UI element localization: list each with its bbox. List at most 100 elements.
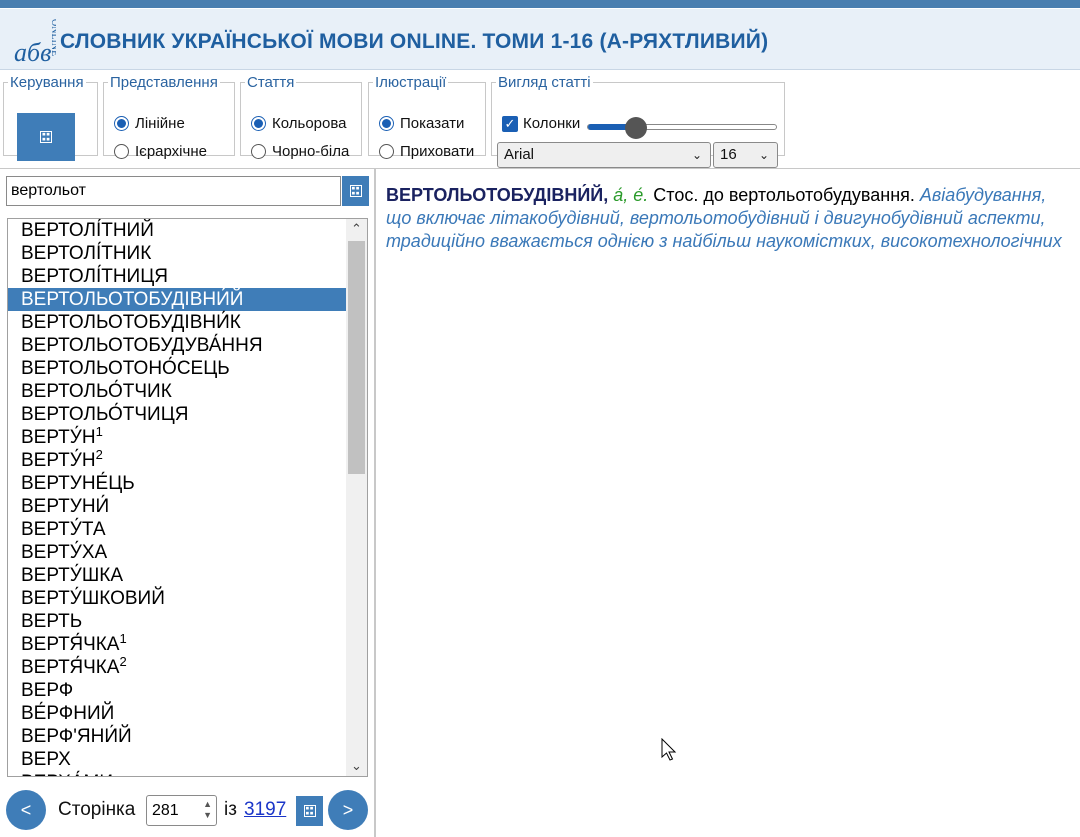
article-bw-radio[interactable] (251, 144, 266, 159)
list-item-label: ВЕРТОЛЬО́ТЧИК (21, 381, 172, 402)
list-item[interactable]: ВЕРТЬ (8, 610, 346, 633)
list-item[interactable]: ВЕРТОЛЬОТОНО́СЕЦЬ (8, 357, 346, 380)
page-number-input[interactable]: 281 ▲ ▼ (146, 795, 217, 826)
total-pages-link[interactable]: 3197 (244, 799, 286, 821)
list-item[interactable]: ВЕРТУ́ШКА (8, 564, 346, 587)
appearance-legend: Вигляд статті (498, 74, 591, 91)
font-size-value: 16 (720, 146, 737, 163)
article-bw-option[interactable]: Чорно-біла (251, 143, 349, 160)
keyboard-icon: ▪▪ ▪▪ (40, 130, 52, 143)
article-example: Авіабудування, (919, 185, 1047, 205)
goto-page-keyboard-button[interactable]: ▪▪ ▪▪ (296, 796, 323, 826)
list-item-label: ВЕРТУ́ШКОВИЙ (21, 588, 165, 609)
list-item-label: ВЕРТОЛІ́ТНИЙ (21, 220, 154, 241)
search-keyboard-button[interactable]: ▪▪ ▪▪ (342, 176, 369, 206)
list-item[interactable]: ВЕРТУ́Н1 (8, 424, 346, 449)
chevron-down-icon: ⌄ (758, 148, 769, 162)
article-style-group: Стаття Кольорова Чорно-біла (240, 74, 362, 160)
page-spinner-icon[interactable]: ▲ ▼ (203, 799, 212, 821)
control-keyboard-button[interactable]: ▪▪ ▪▪ (17, 113, 75, 161)
list-item[interactable]: ВЕРТЯ́ЧКА1 (8, 632, 346, 656)
view-linear-radio[interactable] (114, 116, 129, 131)
list-item[interactable]: ВЕРФ'ЯНИ́Й (8, 725, 346, 748)
list-item[interactable]: ВЕРТУ́Н2 (8, 447, 346, 472)
page-title: СЛОВНИК УКРАЇНСЬКОЇ МОВИ ONLINE. ТОМИ 1-… (60, 30, 769, 53)
list-item-label: ВЕРТОЛЬОТОБУДІВНИ́Й (21, 289, 244, 310)
illustrations-hide-radio[interactable] (379, 144, 394, 159)
word-list[interactable]: ВЕРТОЛІ́ТНИЙ ВЕРТОЛІ́ТНИК ВЕРТОЛІ́ТНИЦЯ ВЕР… (7, 218, 368, 777)
list-item-label: ВЕРТОЛЬОТОБУДІВНИ́К (21, 312, 241, 333)
list-item[interactable]: ВЕРТОЛЬОТОБУДУВА́ННЯ (8, 334, 346, 357)
view-hierarchical-option[interactable]: Ієрархічне (114, 143, 207, 160)
chevron-down-icon: ⌄ (691, 148, 702, 162)
list-item[interactable]: ВЕ́РФНИЙ (8, 702, 346, 725)
scroll-down-icon[interactable]: ⌄ (346, 756, 367, 776)
list-item-label: ВЕРТЯ́ЧКА (21, 657, 120, 678)
list-item-label: ВЕРТУНЕ́ЦЬ (21, 473, 135, 494)
next-page-button[interactable]: > (328, 790, 368, 830)
page-of-label: із (224, 799, 237, 820)
article-color-radio[interactable] (251, 116, 266, 131)
top-stripe (0, 0, 1080, 8)
columns-option[interactable]: ✓ Колонки (502, 115, 580, 132)
list-item-label: ВЕРХА́МИ (21, 772, 113, 776)
mouse-cursor-icon (661, 738, 677, 761)
list-item-label: ВЕРТОЛІ́ТНИК (21, 243, 152, 264)
list-item[interactable]: ВЕРТУНЕ́ЦЬ (8, 472, 346, 495)
list-item[interactable]: ВЕРТУ́ТА (8, 518, 346, 541)
list-item[interactable]: ВЕРТОЛІ́ТНИК (8, 242, 346, 265)
article-style-legend: Стаття (247, 74, 295, 91)
article-pane: ВЕРТОЛЬОТОБУДІВНИ́Й, а́, е́. Стос. до ве… (386, 184, 1080, 253)
list-item[interactable]: ВЕРТУНИ́ (8, 495, 346, 518)
font-select[interactable]: Arial ⌄ (497, 142, 711, 168)
list-item[interactable]: ВЕРХ (8, 748, 346, 771)
illustrations-show-option[interactable]: Показати (379, 115, 464, 132)
keyboard-icon: ▪▪ ▪▪ (349, 184, 362, 197)
word-list-scrollbar[interactable]: ⌃ ⌄ (346, 219, 367, 776)
list-item[interactable]: ВЕРТОЛЬО́ТЧИЦЯ (8, 403, 346, 426)
list-item-label: ВЕРТОЛЬОТОНО́СЕЦЬ (21, 358, 230, 379)
homonym-number: 2 (119, 654, 127, 669)
list-item-label: ВЕРТЬ (21, 611, 83, 632)
list-item-label: ВЕРТУНИ́ (21, 496, 110, 517)
article-color-option[interactable]: Кольорова (251, 115, 347, 132)
list-item[interactable]: ВЕРХА́МИ (8, 771, 346, 776)
list-item[interactable]: ВЕРФ (8, 679, 346, 702)
page-number-value: 281 (152, 802, 179, 819)
list-item-label: ВЕРФ'ЯНИ́Й (21, 726, 132, 747)
scroll-up-icon[interactable]: ⌃ (346, 219, 367, 239)
font-select-value: Arial (504, 146, 535, 163)
list-item-label: ВЕРТУ́ХА (21, 542, 108, 563)
list-item-label: ВЕРТУ́Н (21, 427, 96, 448)
list-item[interactable]: ВЕРТОЛІ́ТНИЙ (8, 219, 346, 242)
font-size-select[interactable]: 16 ⌄ (713, 142, 778, 168)
illustrations-show-radio[interactable] (379, 116, 394, 131)
homonym-number: 1 (95, 424, 103, 439)
list-item[interactable]: ВЕРТУ́ШКОВИЙ (8, 587, 346, 610)
list-item-label: ВЕРТУ́ТА (21, 519, 106, 540)
pane-splitter[interactable] (374, 168, 376, 837)
scrollbar-thumb[interactable] (348, 241, 365, 474)
list-item[interactable]: ВЕРТЯ́ЧКА2 (8, 654, 346, 679)
appearance-group: Вигляд статті ✓ Колонки Arial ⌄ 16 ⌄ (491, 74, 785, 168)
list-item[interactable]: ВЕРТОЛІ́ТНИЦЯ (8, 265, 346, 288)
search-input[interactable]: вертольот (6, 176, 341, 206)
article-bw-label: Чорно-біла (272, 143, 350, 160)
illustrations-hide-option[interactable]: Приховати (379, 143, 474, 160)
article-definition: Стос. до вертольотобудування. (653, 185, 915, 205)
zoom-slider-handle[interactable] (625, 117, 647, 139)
view-hierarchical-label: Ієрархічне (135, 143, 207, 160)
view-linear-option[interactable]: Лінійне (114, 115, 185, 132)
page-label: Сторінка (58, 799, 136, 820)
list-item[interactable]: ВЕРТУ́ХА (8, 541, 346, 564)
zoom-slider[interactable] (587, 117, 777, 139)
columns-checkbox[interactable]: ✓ (502, 115, 518, 132)
article-color-label: Кольорова (272, 115, 347, 132)
list-item[interactable]: ВЕРТОЛЬО́ТЧИК (8, 380, 346, 403)
toolbar-divider (0, 168, 1080, 169)
list-item[interactable]: ВЕРТОЛЬОТОБУДІВНИ́Й (8, 288, 346, 311)
prev-page-button[interactable]: < (6, 790, 46, 830)
list-item[interactable]: ВЕРТОЛЬОТОБУДІВНИ́К (8, 311, 346, 334)
homonym-number: 2 (95, 447, 103, 462)
view-hierarchical-radio[interactable] (114, 144, 129, 159)
